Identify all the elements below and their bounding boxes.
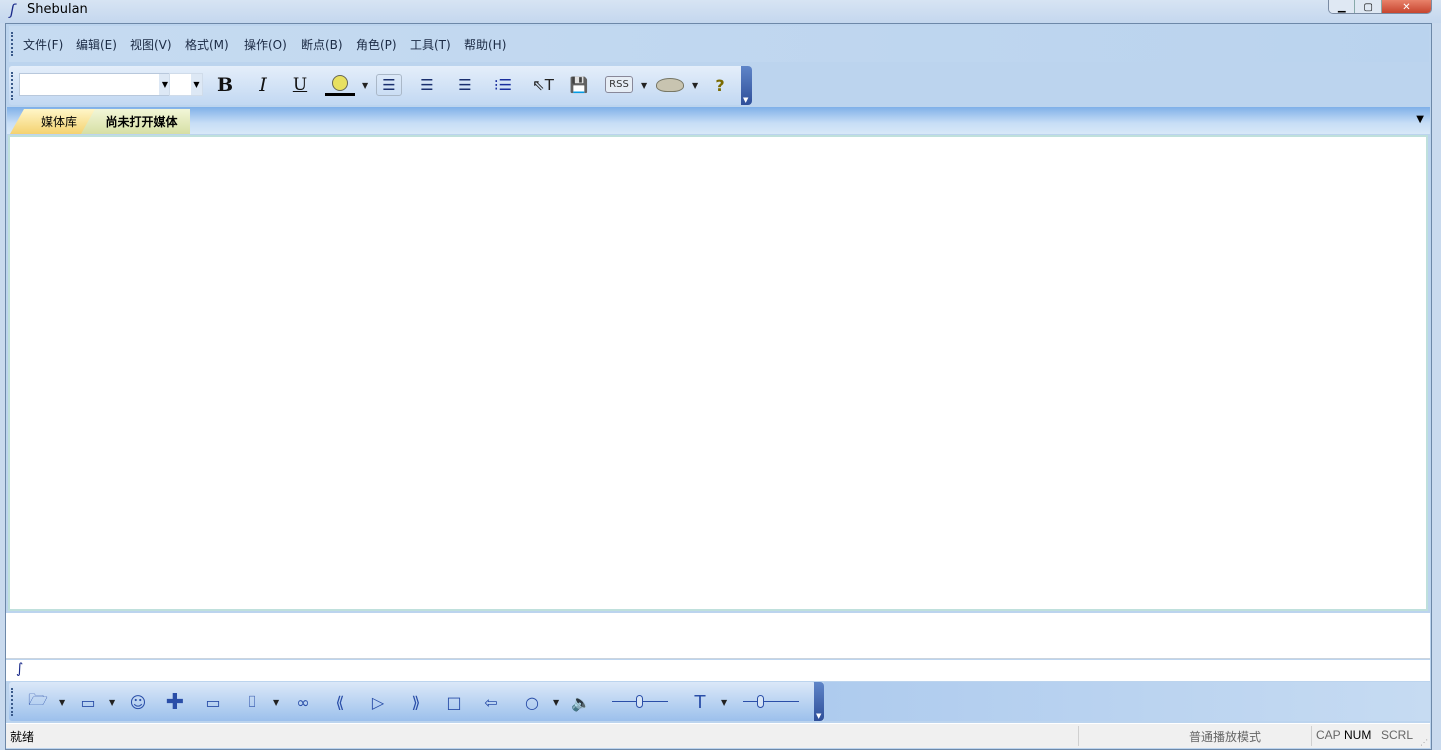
menu-operate[interactable]: 操作(O) xyxy=(244,36,287,53)
command-line[interactable]: ∫ xyxy=(6,660,1430,681)
palette-icon xyxy=(332,74,348,91)
slider-thumb[interactable] xyxy=(757,695,764,708)
text-tool-label: T xyxy=(544,76,554,94)
divider xyxy=(1078,726,1079,746)
slider-thumb[interactable] xyxy=(636,695,643,708)
chevron-down-icon[interactable]: ▼ xyxy=(362,81,368,90)
tab-no-media-open[interactable]: 尚未打开媒体 xyxy=(81,109,190,134)
maximize-button[interactable]: ▢ xyxy=(1355,0,1382,13)
menu-tools[interactable]: 工具(T) xyxy=(410,36,451,53)
resize-grip-icon[interactable]: ⋰ xyxy=(1420,738,1428,747)
menu-bar: 文件(F) 编辑(E) 视图(V) 格式(M) 操作(O) 断点(B) 角色(P… xyxy=(9,26,1429,62)
menu-role[interactable]: 角色(P) xyxy=(356,36,397,53)
tab-media-library[interactable]: 媒体库 xyxy=(10,109,96,134)
playback-mode: 普通播放模式 xyxy=(1189,730,1262,744)
open-folder-button[interactable]: 🗁 xyxy=(27,690,49,712)
add-button[interactable]: ✚ xyxy=(164,690,186,715)
menu-file[interactable]: 文件(F) xyxy=(23,36,63,53)
tab-list-dropdown-icon[interactable]: ▼ xyxy=(1416,114,1424,125)
output-panel xyxy=(6,613,1430,659)
align-left-button[interactable]: ☰ xyxy=(376,74,402,96)
text-select-button[interactable]: ⇖ T xyxy=(530,74,556,96)
close-button[interactable]: ✕ xyxy=(1381,0,1431,13)
tab-strip: 媒体库 尚未打开媒体 ▼ xyxy=(7,107,1430,134)
font-name-select[interactable]: ▼ xyxy=(19,73,172,96)
bold-button[interactable]: B xyxy=(214,74,236,96)
menu-help[interactable]: 帮助(H) xyxy=(464,36,506,53)
font-size-select[interactable]: ▼ xyxy=(169,73,203,96)
title-bar: ʃ Shebulan ▁ ▢ ✕ xyxy=(0,0,1441,23)
face-button[interactable]: ☺ xyxy=(126,692,150,712)
rss-button[interactable]: RSS xyxy=(605,76,633,93)
save-button[interactable]: 💾 xyxy=(569,74,589,96)
tab-label: 尚未打开媒体 xyxy=(105,115,178,129)
fast-forward-button[interactable]: ⟫ xyxy=(405,692,427,712)
chevron-down-icon[interactable]: ▼ xyxy=(59,698,65,707)
window-title: Shebulan xyxy=(27,2,88,17)
format-toolbar: ▼ ▼ B I U ▼ ☰ ☰ ☰ ⁝☰ ⇖ T 💾 RSS ▼ ▼ ? xyxy=(9,66,751,105)
mask-button[interactable] xyxy=(654,74,686,96)
command-prompt: ∫ xyxy=(16,661,24,677)
toolbar-overflow-button[interactable]: ▼ xyxy=(814,682,824,721)
menu-format[interactable]: 格式(M) xyxy=(185,36,229,53)
scroll-lock-indicator: SCRL xyxy=(1381,728,1414,742)
window-controls: ▁ ▢ ✕ xyxy=(1328,0,1432,14)
menu-edit[interactable]: 编辑(E) xyxy=(76,36,117,53)
volume-slider[interactable] xyxy=(612,695,668,708)
bullet-list-button[interactable]: ⁝☰ xyxy=(492,74,514,96)
divider xyxy=(1311,726,1312,746)
color-swatch xyxy=(325,92,355,96)
volume-icon[interactable]: 🔈 xyxy=(570,692,592,712)
align-right-button[interactable]: ☰ xyxy=(454,74,476,96)
menu-breakpoint[interactable]: 断点(B) xyxy=(301,36,343,53)
remove-button[interactable]: ▭ xyxy=(202,692,224,712)
italic-button[interactable]: I xyxy=(252,74,274,96)
save-icon: 💾 xyxy=(569,76,589,94)
underline-button[interactable]: U xyxy=(289,74,311,96)
toolbar-grip[interactable] xyxy=(11,72,13,100)
chevron-down-icon[interactable]: ▼ xyxy=(692,81,698,90)
speed-slider[interactable] xyxy=(743,695,799,708)
editor-area[interactable] xyxy=(8,135,1428,611)
text-style-button[interactable]: T xyxy=(689,692,711,713)
status-message: 就绪 xyxy=(10,730,35,744)
chevron-down-icon[interactable]: ▼ xyxy=(109,698,115,707)
screen-button[interactable]: ▭ xyxy=(77,692,99,712)
chevron-down-icon[interactable]: ▼ xyxy=(273,698,279,707)
chevron-down-icon[interactable]: ▼ xyxy=(721,698,727,707)
rewind-button[interactable]: ⟪ xyxy=(329,692,351,712)
caps-lock-indicator: CAP xyxy=(1316,728,1341,742)
cursor-icon: ⇖ xyxy=(532,76,545,94)
font-color-button[interactable] xyxy=(325,74,355,96)
back-button[interactable]: ⇦ xyxy=(479,692,503,712)
chevron-down-icon[interactable]: ▼ xyxy=(553,698,559,707)
toolbar-overflow-button[interactable]: ▼ xyxy=(741,66,752,105)
record-button[interactable]: ○ xyxy=(521,692,543,712)
tab-label: 媒体库 xyxy=(40,115,77,129)
minimize-button[interactable]: ▁ xyxy=(1329,0,1356,13)
status-bar: 就绪 普通播放模式 CAP NUM SCRL ⋰ xyxy=(6,723,1430,748)
toolbar-grip[interactable] xyxy=(11,688,13,716)
align-center-button[interactable]: ☰ xyxy=(416,74,438,96)
chevron-down-icon: ▼ xyxy=(191,74,202,95)
stop-button[interactable]: □ xyxy=(443,692,465,712)
num-lock-indicator: NUM xyxy=(1344,728,1372,742)
loop-button[interactable]: ∞ xyxy=(291,692,315,712)
script-button[interactable]: ⌷ xyxy=(241,692,263,712)
menu-view[interactable]: 视图(V) xyxy=(130,36,172,53)
help-button[interactable]: ? xyxy=(710,74,730,96)
play-button[interactable]: ▷ xyxy=(367,692,389,712)
toolbar-area xyxy=(824,682,1430,721)
mask-icon xyxy=(656,78,684,92)
media-toolbar: 🗁 ▼ ▭ ▼ ☺ ✚ ▭ ⌷ ▼ ∞ ⟪ ▷ ⟫ □ ⇦ ○ ▼ 🔈 T ▼ xyxy=(9,682,815,721)
integral-icon: ʃ xyxy=(10,1,16,19)
chevron-down-icon[interactable]: ▼ xyxy=(641,81,647,90)
toolbar-grip[interactable] xyxy=(11,32,13,56)
